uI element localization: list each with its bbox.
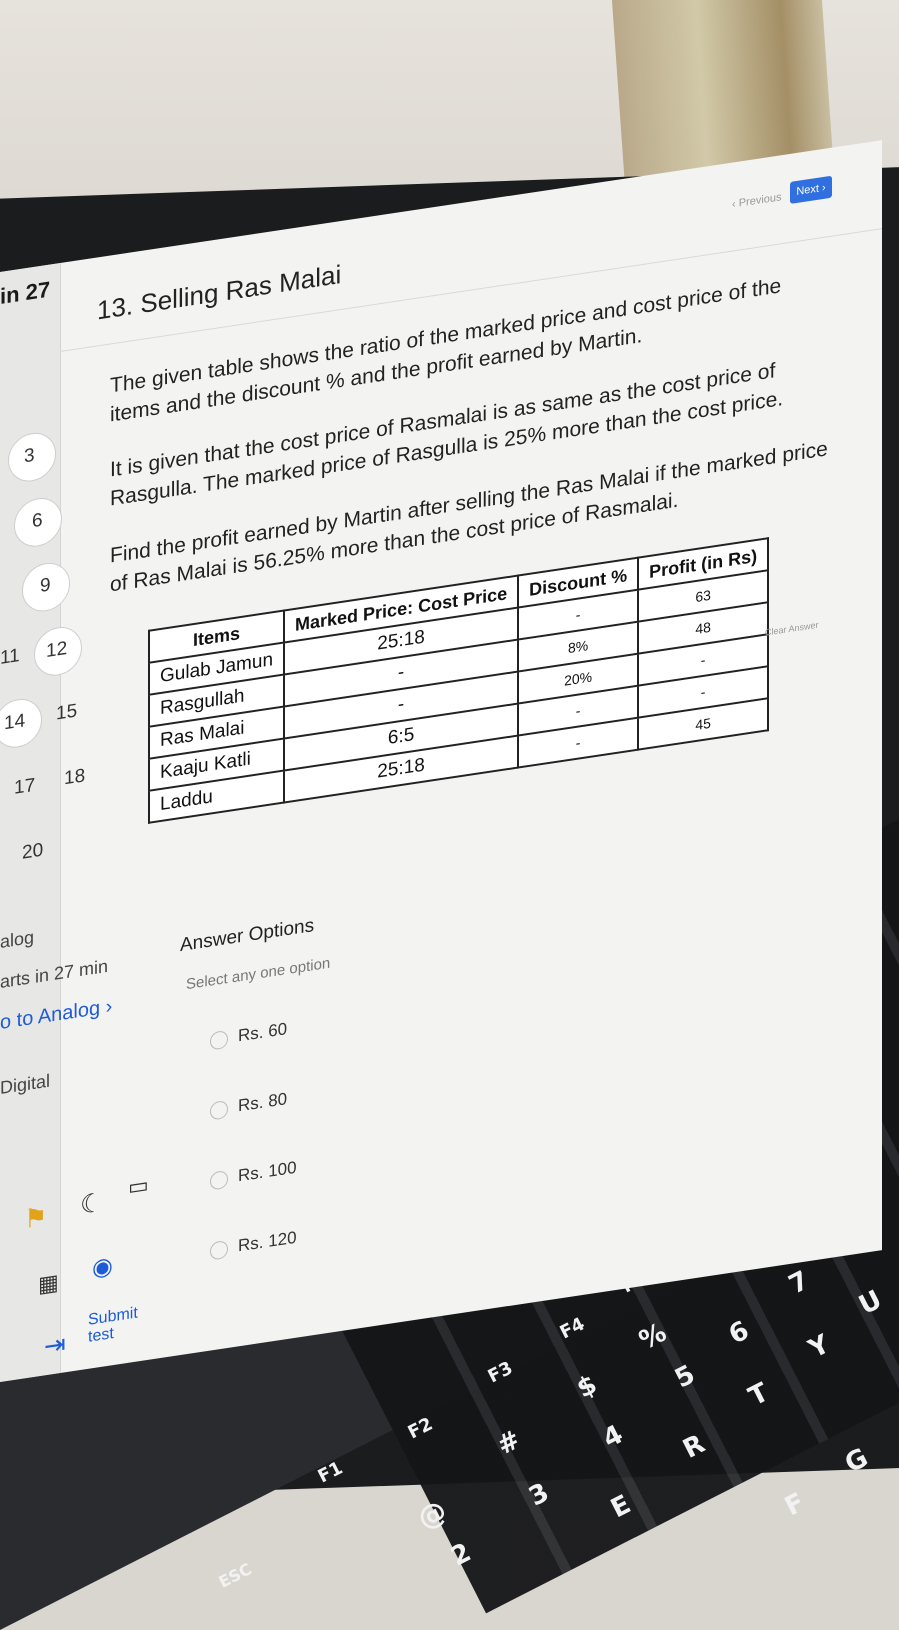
radio-button[interactable]: [210, 1099, 228, 1121]
answer-options-title: Answer Options: [180, 915, 315, 957]
answer-option-label: Rs. 60: [238, 1019, 288, 1046]
submit-test-button[interactable]: Submit test: [88, 1301, 168, 1347]
answer-option-4[interactable]: Rs. 120: [210, 1228, 297, 1261]
question-number-12: 12: [46, 637, 68, 663]
question-number-17[interactable]: 17: [14, 775, 35, 800]
calculator-icon[interactable]: ▦: [38, 1269, 59, 1298]
next-button[interactable]: Next ›: [790, 175, 832, 204]
question-number-6: 6: [32, 509, 43, 533]
answer-option-label: Rs. 100: [238, 1157, 297, 1186]
question-title: 13. Selling Ras Malai: [97, 259, 342, 326]
question-number-3: 3: [24, 444, 35, 468]
answer-option-1[interactable]: Rs. 60: [210, 1019, 287, 1051]
answer-options-subtitle: Select any one option: [186, 954, 331, 994]
radio-button[interactable]: [210, 1029, 228, 1051]
question-number-18[interactable]: 18: [64, 765, 85, 790]
clear-answer-button[interactable]: Clear Answer: [765, 620, 819, 638]
question-number-15[interactable]: 15: [56, 700, 77, 725]
question-number-20[interactable]: 20: [22, 840, 43, 865]
laptop-screen: in 27 3 6 9 11 12 14 15 17 18 20 alog ar…: [0, 140, 882, 1383]
answer-option-label: Rs. 120: [238, 1227, 297, 1256]
answer-option-label: Rs. 80: [238, 1089, 288, 1116]
question-number-9: 9: [40, 574, 51, 598]
radio-button[interactable]: [210, 1169, 228, 1191]
video-icon[interactable]: ▭: [128, 1172, 149, 1201]
question-number-11[interactable]: 11: [0, 645, 20, 670]
question-number-14: 14: [4, 710, 26, 735]
answer-option-3[interactable]: Rs. 100: [210, 1158, 297, 1191]
flag-icon[interactable]: ⚑: [24, 1201, 47, 1235]
radio-button[interactable]: [210, 1239, 228, 1261]
key-f[interactable]: F: [780, 1488, 809, 1523]
submit-icon[interactable]: ⇥: [44, 1328, 66, 1362]
answer-option-2[interactable]: Rs. 80: [210, 1089, 287, 1121]
key-esc[interactable]: ESC: [216, 1559, 255, 1591]
moon-icon[interactable]: ☾: [80, 1187, 103, 1221]
user-icon[interactable]: ◉: [92, 1251, 113, 1283]
previous-button[interactable]: ‹ Previous: [732, 191, 782, 210]
